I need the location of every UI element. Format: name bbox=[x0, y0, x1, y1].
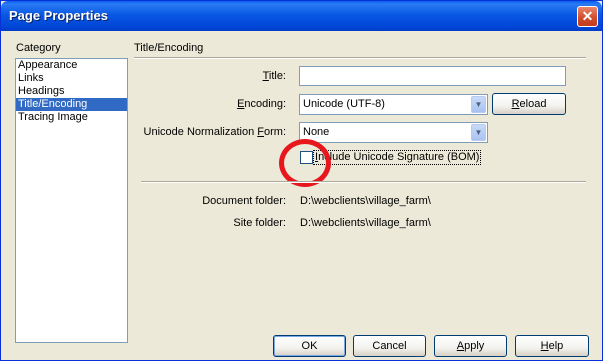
info-divider bbox=[141, 181, 586, 183]
encoding-select[interactable]: Unicode (UTF-8) ▼ bbox=[299, 94, 488, 115]
normalization-select[interactable]: None ▼ bbox=[299, 122, 488, 143]
encoding-label: Encoding: bbox=[237, 98, 286, 110]
category-item-links[interactable]: Links bbox=[16, 72, 127, 85]
reload-button[interactable]: Reload bbox=[492, 93, 566, 115]
category-item-appearance[interactable]: Appearance bbox=[16, 59, 127, 72]
apply-button[interactable]: Apply bbox=[434, 335, 507, 357]
help-button[interactable]: Help bbox=[515, 335, 589, 357]
dialog-title: Page Properties bbox=[9, 8, 108, 23]
section-title: Title/Encoding bbox=[134, 42, 204, 54]
close-icon[interactable]: ✕ bbox=[577, 6, 598, 27]
site-folder-value: D:\webclients\village_farm\ bbox=[300, 217, 431, 229]
bom-label[interactable]: Include Unicode Signature (BOM) bbox=[313, 150, 482, 165]
chevron-down-icon[interactable]: ▼ bbox=[471, 124, 486, 141]
title-field[interactable] bbox=[299, 66, 566, 86]
encoding-value: Unicode (UTF-8) bbox=[303, 98, 385, 110]
highlight-circle-annotation bbox=[279, 139, 331, 187]
category-label: Category bbox=[16, 42, 61, 54]
normalization-value: None bbox=[303, 126, 330, 138]
site-folder-label: Site folder: bbox=[233, 217, 286, 229]
category-item-tracing-image[interactable]: Tracing Image bbox=[16, 111, 127, 124]
category-item-headings[interactable]: Headings bbox=[16, 85, 127, 98]
cancel-button[interactable]: Cancel bbox=[353, 335, 426, 357]
normalization-label: Unicode Normalization Form: bbox=[143, 126, 286, 138]
page-properties-dialog: Page Properties ✕ Category Appearance Li… bbox=[0, 0, 603, 361]
section-divider bbox=[134, 57, 586, 59]
title-label: Title: bbox=[262, 70, 286, 82]
document-folder-label: Document folder: bbox=[202, 195, 286, 207]
ok-button[interactable]: OK bbox=[273, 335, 346, 357]
title-bar[interactable]: Page Properties ✕ bbox=[1, 1, 602, 31]
category-list[interactable]: Appearance Links Headings Title/Encoding… bbox=[15, 58, 128, 343]
chevron-down-icon[interactable]: ▼ bbox=[471, 96, 486, 113]
category-item-title-encoding[interactable]: Title/Encoding bbox=[16, 98, 127, 111]
document-folder-value: D:\webclients\village_farm\ bbox=[300, 195, 431, 207]
